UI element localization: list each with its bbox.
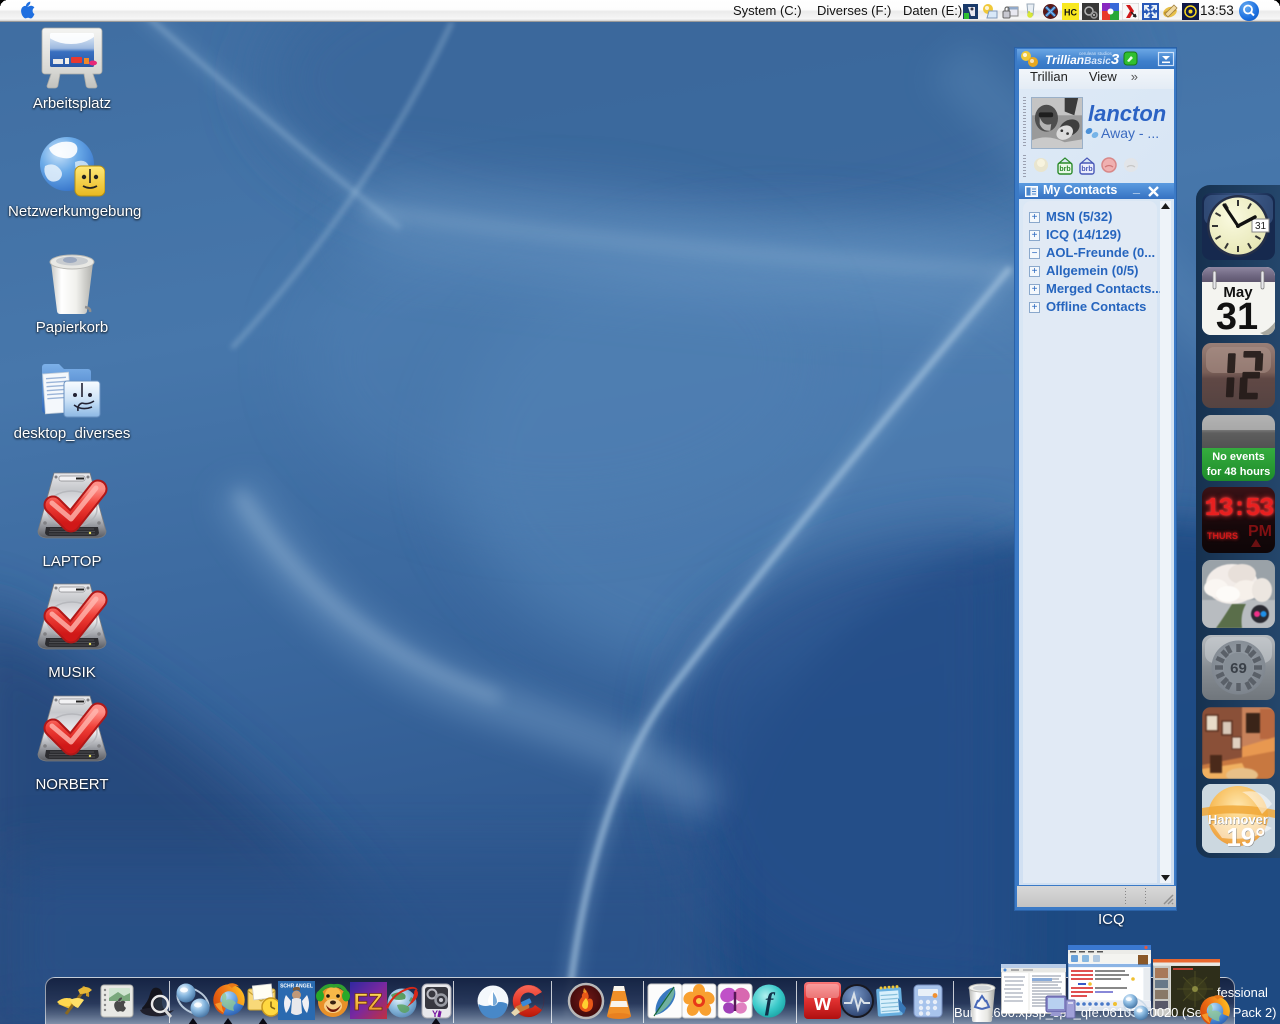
svg-text:HC: HC [1064,8,1077,18]
svg-text:w: w [813,990,832,1015]
svg-text:cerulean studios: cerulean studios [1079,51,1113,56]
svg-text:brb: brb [1081,166,1092,173]
svg-text:FZ: FZ [353,989,382,1016]
svg-text:19°: 19° [1226,822,1265,852]
svg-text:31: 31 [1255,221,1267,232]
svg-text:31: 31 [1216,296,1258,335]
svg-text:brb: brb [1059,166,1070,173]
svg-text:69: 69 [1230,660,1247,677]
